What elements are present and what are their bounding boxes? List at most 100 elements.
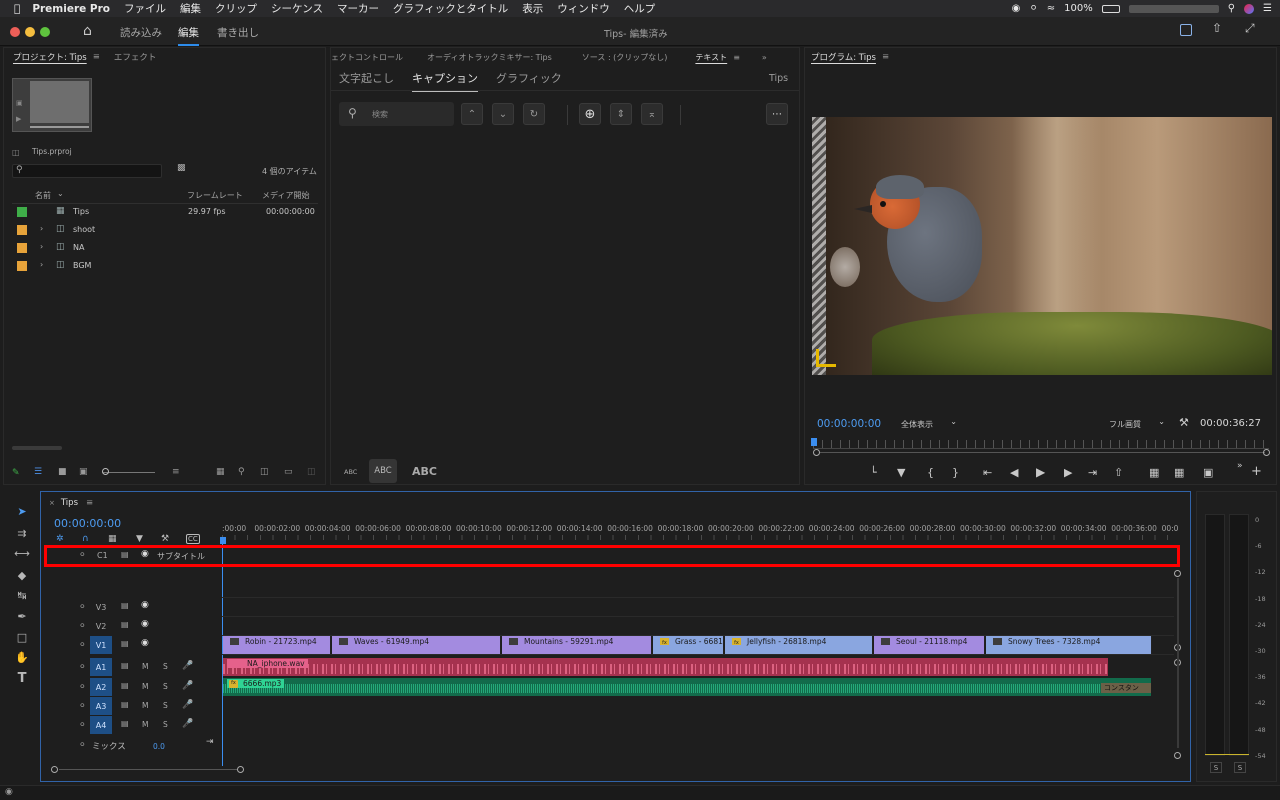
lock-icon[interactable]: ⚪ (79, 740, 86, 749)
captions-icon[interactable]: CC (186, 534, 200, 544)
constant-power-transition[interactable]: コンスタン (1101, 683, 1151, 693)
lift-icon[interactable]: ⇧ (1114, 466, 1123, 479)
project-item[interactable]: › ◫ shoot (12, 221, 316, 239)
time-ruler[interactable]: :00:00 00:00:02:00 00:00:04:00 00:00:06:00 0… (222, 522, 1178, 544)
vertical-scrollbar[interactable] (1177, 578, 1179, 748)
microphone-icon[interactable]: 🎤 (182, 681, 193, 691)
solo-icon[interactable]: S (163, 682, 168, 691)
menu-view[interactable]: 表示 (522, 1, 543, 16)
zoom-start-handle[interactable] (813, 449, 820, 456)
tab-timeline-tips[interactable]: Tips (61, 498, 78, 508)
tab-effect-controls[interactable]: ェクトコントロール (331, 52, 403, 63)
panel-menu-icon[interactable]: ≡ (733, 53, 740, 62)
track-target-v1[interactable]: V1 (90, 636, 112, 654)
quality-select[interactable]: フル画質 ⌄ (1103, 417, 1169, 431)
column-name[interactable]: 名前 (35, 190, 51, 201)
horizontal-scrollbar[interactable] (59, 769, 237, 770)
apple-icon[interactable]:  (14, 3, 20, 15)
menu-help[interactable]: ヘルプ (624, 1, 656, 16)
siri-icon[interactable] (1244, 3, 1255, 14)
mute-icon[interactable]: M (142, 682, 148, 691)
sync-lock-icon[interactable]: ▤ (121, 661, 129, 670)
share-icon[interactable]: ⇧ (1212, 21, 1222, 35)
overflow-icon[interactable]: » (1237, 461, 1243, 471)
wrench-icon[interactable]: ⚒ (1179, 416, 1189, 429)
zoom-bar[interactable] (820, 452, 1265, 453)
control-center-icon[interactable]: ☰ (1263, 3, 1272, 14)
workspace-edit[interactable]: 編集 (178, 25, 199, 46)
mark-in-icon[interactable]: { (927, 466, 934, 479)
pen-tool-icon[interactable]: ✒ (13, 607, 31, 625)
track-target-v2[interactable]: V2 (90, 617, 112, 635)
chevron-right-icon[interactable]: › (40, 242, 43, 251)
rectangle-tool-icon[interactable]: □ (13, 628, 31, 646)
vscroll-handle[interactable] (1174, 570, 1181, 577)
linked-selection-icon[interactable]: ▦ (108, 534, 117, 544)
go-to-out-icon[interactable]: ⇥ (1088, 466, 1097, 479)
merge-caption-button[interactable]: ⌅ (641, 103, 663, 125)
chevron-right-icon[interactable]: › (40, 260, 43, 269)
menu-graphics[interactable]: グラフィックとタイトル (393, 1, 508, 16)
timeline-timecode[interactable]: 00:00:00:00 (54, 517, 121, 530)
extract-icon[interactable]: ▦ (1149, 466, 1159, 479)
microphone-icon[interactable]: 🎤 (182, 661, 193, 671)
list-view-icon[interactable]: ☰ (34, 467, 42, 477)
new-item-icon[interactable]: ▭ (284, 467, 293, 477)
track-target-a1[interactable]: A1 (90, 658, 112, 676)
zoom-slider[interactable] (103, 472, 155, 473)
text-size-small[interactable]: ABC (344, 468, 357, 476)
subtab-captions[interactable]: キャプション (412, 70, 478, 92)
track-target-a4[interactable]: A4 (90, 716, 112, 734)
subtab-transcript[interactable]: 文字起こし (339, 70, 394, 86)
sort-icon[interactable]: ≡ (172, 467, 180, 477)
track-target-a2[interactable]: A2 (90, 678, 112, 696)
quick-export-icon[interactable] (1180, 24, 1192, 36)
tab-source[interactable]: ソース : (クリップなし) (582, 52, 668, 63)
sync-lock-icon[interactable]: ▤ (121, 620, 129, 629)
lock-icon[interactable]: ⚪ (79, 621, 86, 630)
overflow-tabs-icon[interactable]: » (762, 53, 767, 62)
record-icon[interactable]: ◉ (1012, 3, 1021, 14)
zoom-window-button[interactable] (40, 27, 50, 37)
microphone-icon[interactable]: 🎤 (182, 719, 193, 729)
icon-view-icon[interactable]: ■ (58, 467, 67, 477)
prev-caption-button[interactable]: ⌃ (461, 103, 483, 125)
add-caption-button[interactable]: ⊕ (579, 103, 601, 125)
column-framerate[interactable]: フレームレート (187, 190, 243, 201)
video-clip[interactable]: Snowy Trees - 7328.mp4 (986, 636, 1152, 654)
tab-text[interactable]: テキスト (695, 52, 727, 63)
next-caption-button[interactable]: ⌄ (492, 103, 514, 125)
zoom-slider-handle[interactable] (102, 468, 109, 475)
text-size-medium[interactable]: ABC (369, 459, 397, 483)
trash-icon[interactable]: ◫ (307, 467, 316, 477)
replace-button[interactable]: ↻ (523, 103, 545, 125)
find-icon[interactable]: ▩ (177, 163, 186, 173)
lock-icon[interactable]: ⚪ (79, 662, 86, 671)
playhead-marker[interactable] (220, 537, 226, 544)
marker-in-icon[interactable]: └ (870, 466, 877, 479)
solo-right-button[interactable]: S (1234, 762, 1246, 773)
battery-icon[interactable] (1101, 4, 1120, 13)
close-window-button[interactable] (10, 27, 20, 37)
close-icon[interactable]: × (49, 499, 55, 507)
fullscreen-icon[interactable]: ⤢ (1245, 21, 1255, 36)
sync-lock-icon[interactable]: ▤ (121, 639, 129, 648)
menu-marker[interactable]: マーカー (337, 1, 379, 16)
project-item[interactable]: › ◫ NA (12, 239, 316, 257)
step-back-icon[interactable]: ◀ (1010, 466, 1018, 479)
selection-tool-icon[interactable]: ➤ (13, 502, 31, 520)
video-clip[interactable]: Robin - 21723.mp4 (223, 636, 331, 654)
new-bin-icon[interactable]: ◫ (260, 467, 269, 477)
type-tool-icon[interactable]: T (13, 669, 31, 687)
microphone-icon[interactable]: 🎤 (182, 700, 193, 710)
tab-program[interactable]: プログラム: Tips (811, 51, 876, 63)
sync-lock-icon[interactable]: ▤ (121, 700, 129, 709)
solo-left-button[interactable]: S (1210, 762, 1222, 773)
panel-menu-icon[interactable]: ≡ (86, 498, 93, 508)
split-caption-button[interactable]: ⇕ (610, 103, 632, 125)
wrench-icon[interactable]: ⚒ (161, 534, 169, 544)
subtab-graphics[interactable]: グラフィック (496, 70, 562, 86)
track-select-tool-icon[interactable]: ⇉ (13, 524, 31, 542)
automate-icon[interactable]: ▦ (216, 467, 225, 477)
label-color-swatch[interactable] (17, 243, 27, 253)
